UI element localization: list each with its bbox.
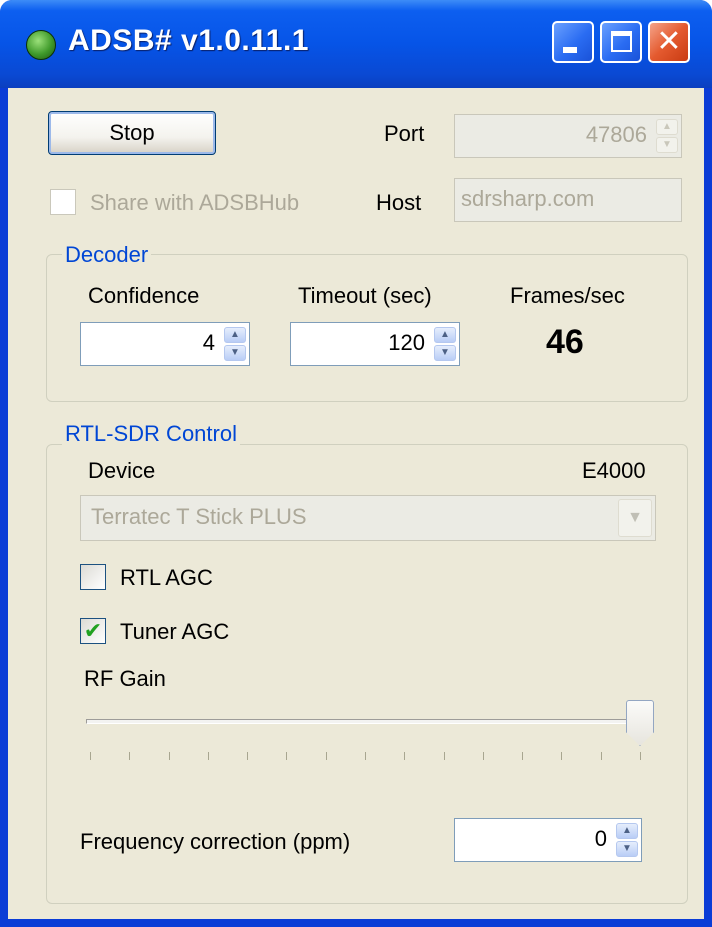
window-title: ADSB# v1.0.11.1 — [68, 24, 309, 57]
slider-tick — [286, 752, 288, 760]
slider-tick — [443, 752, 445, 760]
confidence-label: Confidence — [88, 283, 200, 308]
host-label: Host — [376, 190, 422, 215]
timeout-input[interactable]: 120 ▲ ▼ — [290, 322, 460, 366]
chevron-down-icon[interactable]: ▼ — [656, 137, 678, 153]
port-value: 47806 — [585, 122, 647, 147]
tuner-agc-label: Tuner AGC — [120, 619, 230, 644]
frames-per-sec-value: 46 — [546, 323, 584, 361]
frames-per-sec-label: Frames/sec — [510, 283, 625, 308]
slider-tick — [207, 752, 209, 760]
slider-tick — [561, 752, 563, 760]
rtl-agc-checkbox[interactable] — [80, 564, 106, 590]
chevron-down-icon[interactable]: ▼ — [618, 499, 652, 537]
share-adsbhub-checkbox[interactable] — [50, 189, 76, 215]
confidence-spinner[interactable]: ▲ ▼ — [224, 326, 246, 362]
chevron-up-icon[interactable]: ▲ — [616, 823, 638, 839]
device-select[interactable]: Terratec T Stick PLUS ▼ — [80, 495, 656, 541]
close-button[interactable]: ✕ — [648, 21, 690, 63]
frequency-correction-label: Frequency correction (ppm) — [80, 829, 351, 854]
port-label: Port — [384, 121, 425, 146]
slider-tick — [365, 752, 366, 760]
stop-button[interactable]: Stop — [48, 111, 216, 155]
slider-tick — [600, 752, 602, 760]
slider-tick — [522, 752, 524, 760]
port-spinner[interactable]: ▲ ▼ — [656, 118, 678, 154]
host-field[interactable]: sdrsharp.com — [454, 178, 682, 222]
port-field[interactable]: 47806 ▲ ▼ — [454, 114, 682, 158]
chevron-down-icon[interactable]: ▼ — [434, 345, 456, 361]
maximize-icon — [611, 31, 632, 52]
chevron-up-icon[interactable]: ▲ — [434, 327, 456, 343]
slider-tick — [325, 752, 327, 760]
slider-tick — [129, 752, 131, 760]
check-icon: ✔ — [83, 618, 103, 643]
timeout-spinner[interactable]: ▲ ▼ — [434, 326, 456, 362]
chevron-up-icon[interactable]: ▲ — [224, 327, 246, 343]
slider-tick — [168, 752, 170, 760]
radar-globe-icon — [26, 30, 56, 60]
minimize-button[interactable] — [552, 21, 594, 63]
title-bar[interactable]: ADSB# v1.0.11.1 ✕ — [0, 0, 712, 88]
minimize-icon — [563, 47, 577, 53]
slider-tick — [482, 752, 484, 760]
rtl-sdr-group-title: RTL-SDR Control — [62, 421, 240, 447]
frequency-correction-value: 0 — [594, 826, 607, 851]
decoder-group-title: Decoder — [62, 242, 152, 268]
client-area: Stop Port 47806 ▲ ▼ Share with ADSBHub H… — [8, 88, 704, 919]
tuner-agc-checkbox[interactable]: ✔ — [80, 618, 106, 644]
maximize-button[interactable] — [600, 21, 642, 63]
chevron-down-icon[interactable]: ▼ — [616, 841, 638, 857]
tuner-type-label: E4000 — [582, 458, 646, 483]
timeout-value: 120 — [388, 330, 425, 355]
confidence-input[interactable]: 4 ▲ ▼ — [80, 322, 250, 366]
rf-gain-slider-track[interactable] — [86, 719, 654, 724]
chevron-up-icon[interactable]: ▲ — [656, 119, 678, 135]
slider-tick — [247, 752, 249, 760]
slider-tick — [90, 752, 91, 760]
device-select-value: Terratec T Stick PLUS — [91, 504, 307, 529]
close-icon: ✕ — [656, 25, 682, 58]
frequency-correction-spinner[interactable]: ▲ ▼ — [616, 822, 638, 858]
rf-gain-label: RF Gain — [84, 666, 166, 691]
chevron-down-icon[interactable]: ▼ — [224, 345, 246, 361]
slider-tick — [404, 752, 406, 760]
device-label: Device — [88, 458, 156, 483]
slider-tick — [640, 752, 641, 760]
frequency-correction-input[interactable]: 0 ▲ ▼ — [454, 818, 642, 862]
timeout-label: Timeout (sec) — [298, 283, 432, 308]
rtl-agc-label: RTL AGC — [120, 565, 213, 590]
app-window: ADSB# v1.0.11.1 ✕ Stop Port 47806 ▲ ▼ Sh… — [0, 0, 712, 927]
share-adsbhub-label: Share with ADSBHub — [90, 190, 300, 215]
confidence-value: 4 — [202, 330, 215, 355]
